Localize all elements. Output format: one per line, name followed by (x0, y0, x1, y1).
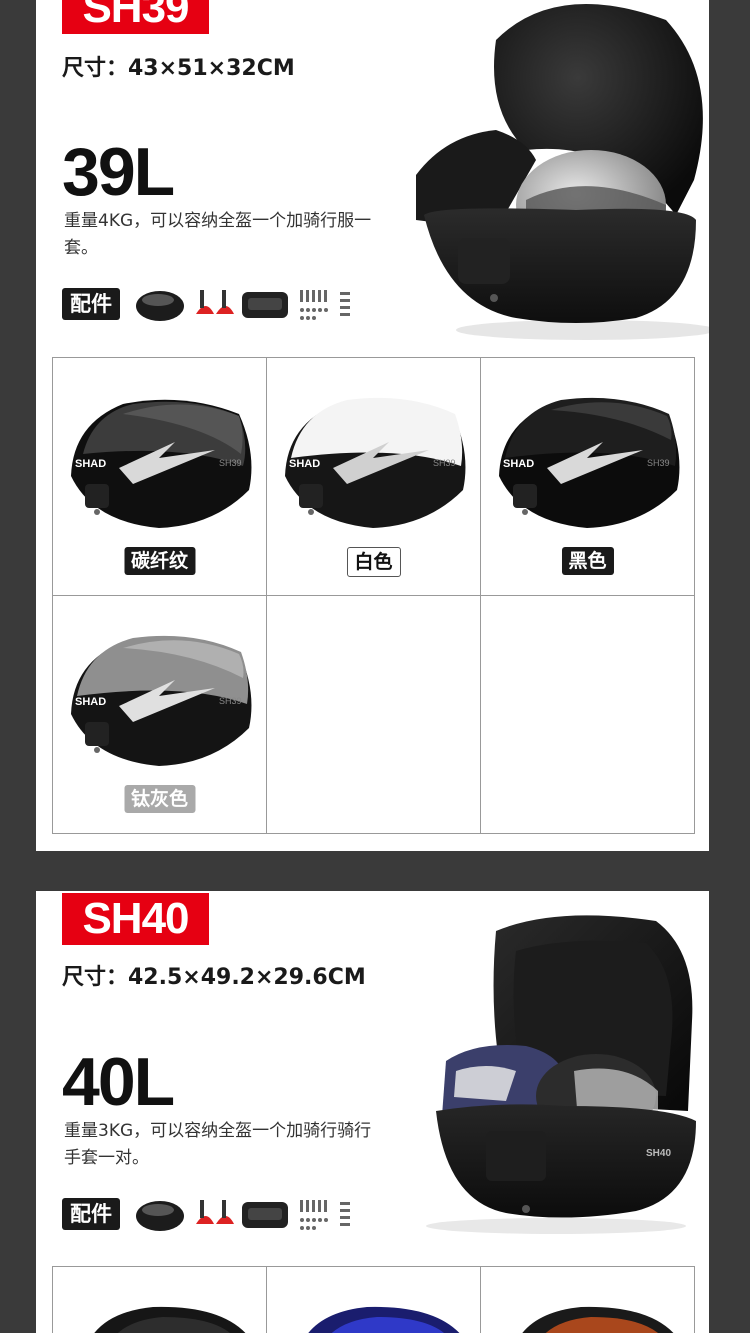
box-logo: SHAD (289, 458, 320, 470)
box-model: SH39 (433, 458, 456, 468)
size-spec: 尺寸：42.5×49.2×29.6CM (62, 965, 366, 990)
accessories-label: 配件 (62, 1198, 120, 1230)
color-tag: 钛灰色 (123, 785, 196, 813)
model-badge: SH40 (62, 893, 209, 945)
color-option-blue[interactable] (267, 1267, 481, 1333)
size-spec: 尺寸：43×51×32CM (62, 56, 295, 81)
box-model: SH39 (647, 458, 670, 468)
box-titanium-image: SHAD SH39 (71, 635, 252, 766)
color-option-titanium[interactable]: SHAD SH39 钛灰色 (53, 596, 267, 834)
color-option-black[interactable]: SHAD SH39 黑色 (481, 358, 695, 596)
screws-icon (300, 290, 350, 320)
box-model: SH40 (646, 1148, 671, 1159)
screws-icon (300, 1200, 350, 1230)
keys-icon (196, 290, 234, 314)
color-option-carbon[interactable]: SHAD SH39 碳纤纹 (53, 358, 267, 596)
weight-description: 重量3KG，可以容纳全盔一个加骑行骑行手套一对。 (64, 1121, 372, 1168)
color-option-white[interactable]: SHAD SH39 白色 (267, 358, 481, 596)
empty-cell (481, 596, 695, 834)
color-options-grid (52, 1266, 695, 1333)
box-model: SH39 (219, 696, 242, 706)
keys-icon (196, 1200, 234, 1224)
box-orange-image (522, 1306, 674, 1333)
empty-cell (267, 596, 481, 834)
box-black-image (94, 1306, 246, 1333)
base-plate-icon (242, 292, 288, 318)
product-panel-sh40: SH40 尺寸：42.5×49.2×29.6CM 40L 重量3KG，可以容纳全… (36, 891, 709, 1333)
color-options-grid: SHAD SH39 碳纤纹 SHAD SH39 白色 SHAD SH39 黑色 … (52, 357, 695, 834)
box-carbon-image: SHAD SH39 (71, 399, 252, 528)
box-blue-image (308, 1306, 460, 1333)
color-option-orange[interactable] (481, 1267, 695, 1333)
product-panel-sh39: SH39 尺寸：43×51×32CM 39L 重量4KG，可以容纳全盔一个加骑行… (36, 0, 709, 851)
color-option-black[interactable] (53, 1267, 267, 1333)
base-plate-icon (242, 1202, 288, 1228)
model-badge: SH39 (62, 0, 209, 34)
color-tag: 黑色 (561, 547, 614, 575)
box-logo: SHAD (503, 458, 534, 470)
mini-box-icon (136, 1201, 184, 1231)
box-model: SH39 (219, 458, 242, 468)
hero-product-image: SH40 (396, 911, 706, 1245)
weight-description: 重量4KG，可以容纳全盔一个加骑行服一套。 (64, 211, 372, 258)
box-black-image: SHAD SH39 (499, 397, 680, 528)
accessories-label: 配件 (62, 288, 120, 320)
box-logo: SHAD (75, 696, 106, 708)
box-logo: SHAD (75, 458, 106, 470)
capacity-label: 39L (62, 134, 175, 210)
color-tag: 碳纤纹 (123, 547, 196, 575)
accessories-icons (134, 1194, 364, 1236)
color-tag: 白色 (346, 547, 401, 577)
mini-box-icon (136, 291, 184, 321)
hero-product-image (376, 0, 709, 344)
capacity-label: 40L (62, 1044, 175, 1120)
box-white-image: SHAD SH39 (285, 397, 466, 528)
accessories-icons (134, 284, 364, 326)
